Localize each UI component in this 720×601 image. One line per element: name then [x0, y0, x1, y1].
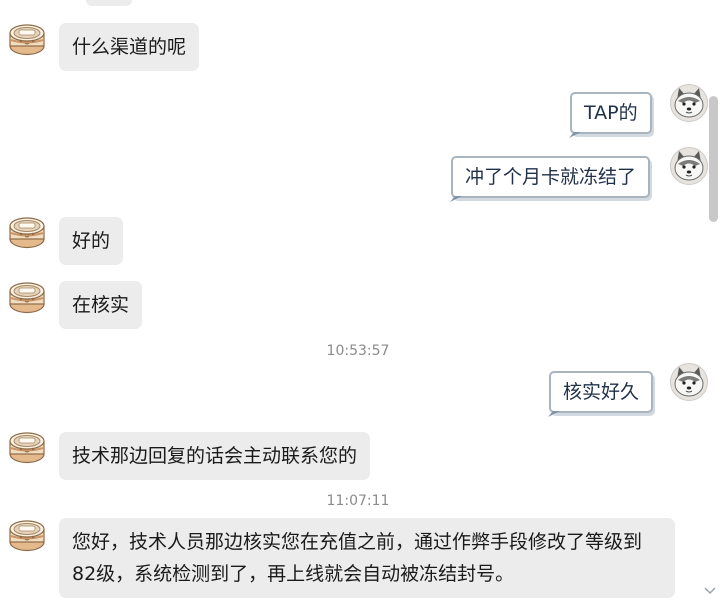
agent-message-bubble: 好的 [59, 217, 124, 265]
bubble-tail-icon [569, 132, 581, 138]
agent-message-bubble: 什么渠道的呢 [59, 23, 200, 71]
user-message-text: 核实好久 [563, 381, 640, 403]
user-avatar-icon[interactable] [670, 84, 708, 122]
message-timestamp: 11:07:11 [326, 493, 390, 509]
message-timestamp: 10:53:57 [326, 343, 390, 359]
agent-message-bubble: 在核实 [59, 281, 143, 329]
agent-avatar-icon[interactable] [9, 22, 45, 56]
previous-message-bubble-fragment [86, 0, 132, 6]
bubble-tail-icon [450, 196, 462, 202]
user-message-bubble: 核实好久 [549, 371, 654, 413]
agent-message-bubble: 技术那边回复的话会主动联系您的 [59, 432, 371, 480]
user-avatar-icon[interactable] [670, 363, 708, 401]
user-message-text: 冲了个月卡就冻结了 [465, 166, 637, 188]
user-avatar-icon[interactable] [670, 147, 708, 185]
agent-message-bubble: 您好，技术人员那边核实您在充值之前，通过作弊手段修改了等级到82级，系统检测到了… [59, 518, 675, 598]
agent-avatar-icon[interactable] [9, 518, 45, 552]
agent-avatar-icon[interactable] [9, 280, 45, 314]
user-message-bubble: 冲了个月卡就冻结了 [451, 156, 651, 198]
bubble-tail-icon [548, 411, 560, 417]
scrollbar-thumb[interactable] [709, 96, 718, 222]
agent-avatar-icon[interactable] [9, 430, 45, 464]
user-message-bubble: TAP的 [570, 92, 652, 134]
user-message-text: TAP的 [584, 102, 638, 124]
chevron-down-icon[interactable] [703, 585, 717, 597]
chat-window[interactable]: 什么渠道的呢 TAP的 冲了个月卡就冻结了 好的 在核实 10:53:57 核实… [0, 0, 720, 601]
agent-avatar-icon[interactable] [9, 215, 45, 249]
